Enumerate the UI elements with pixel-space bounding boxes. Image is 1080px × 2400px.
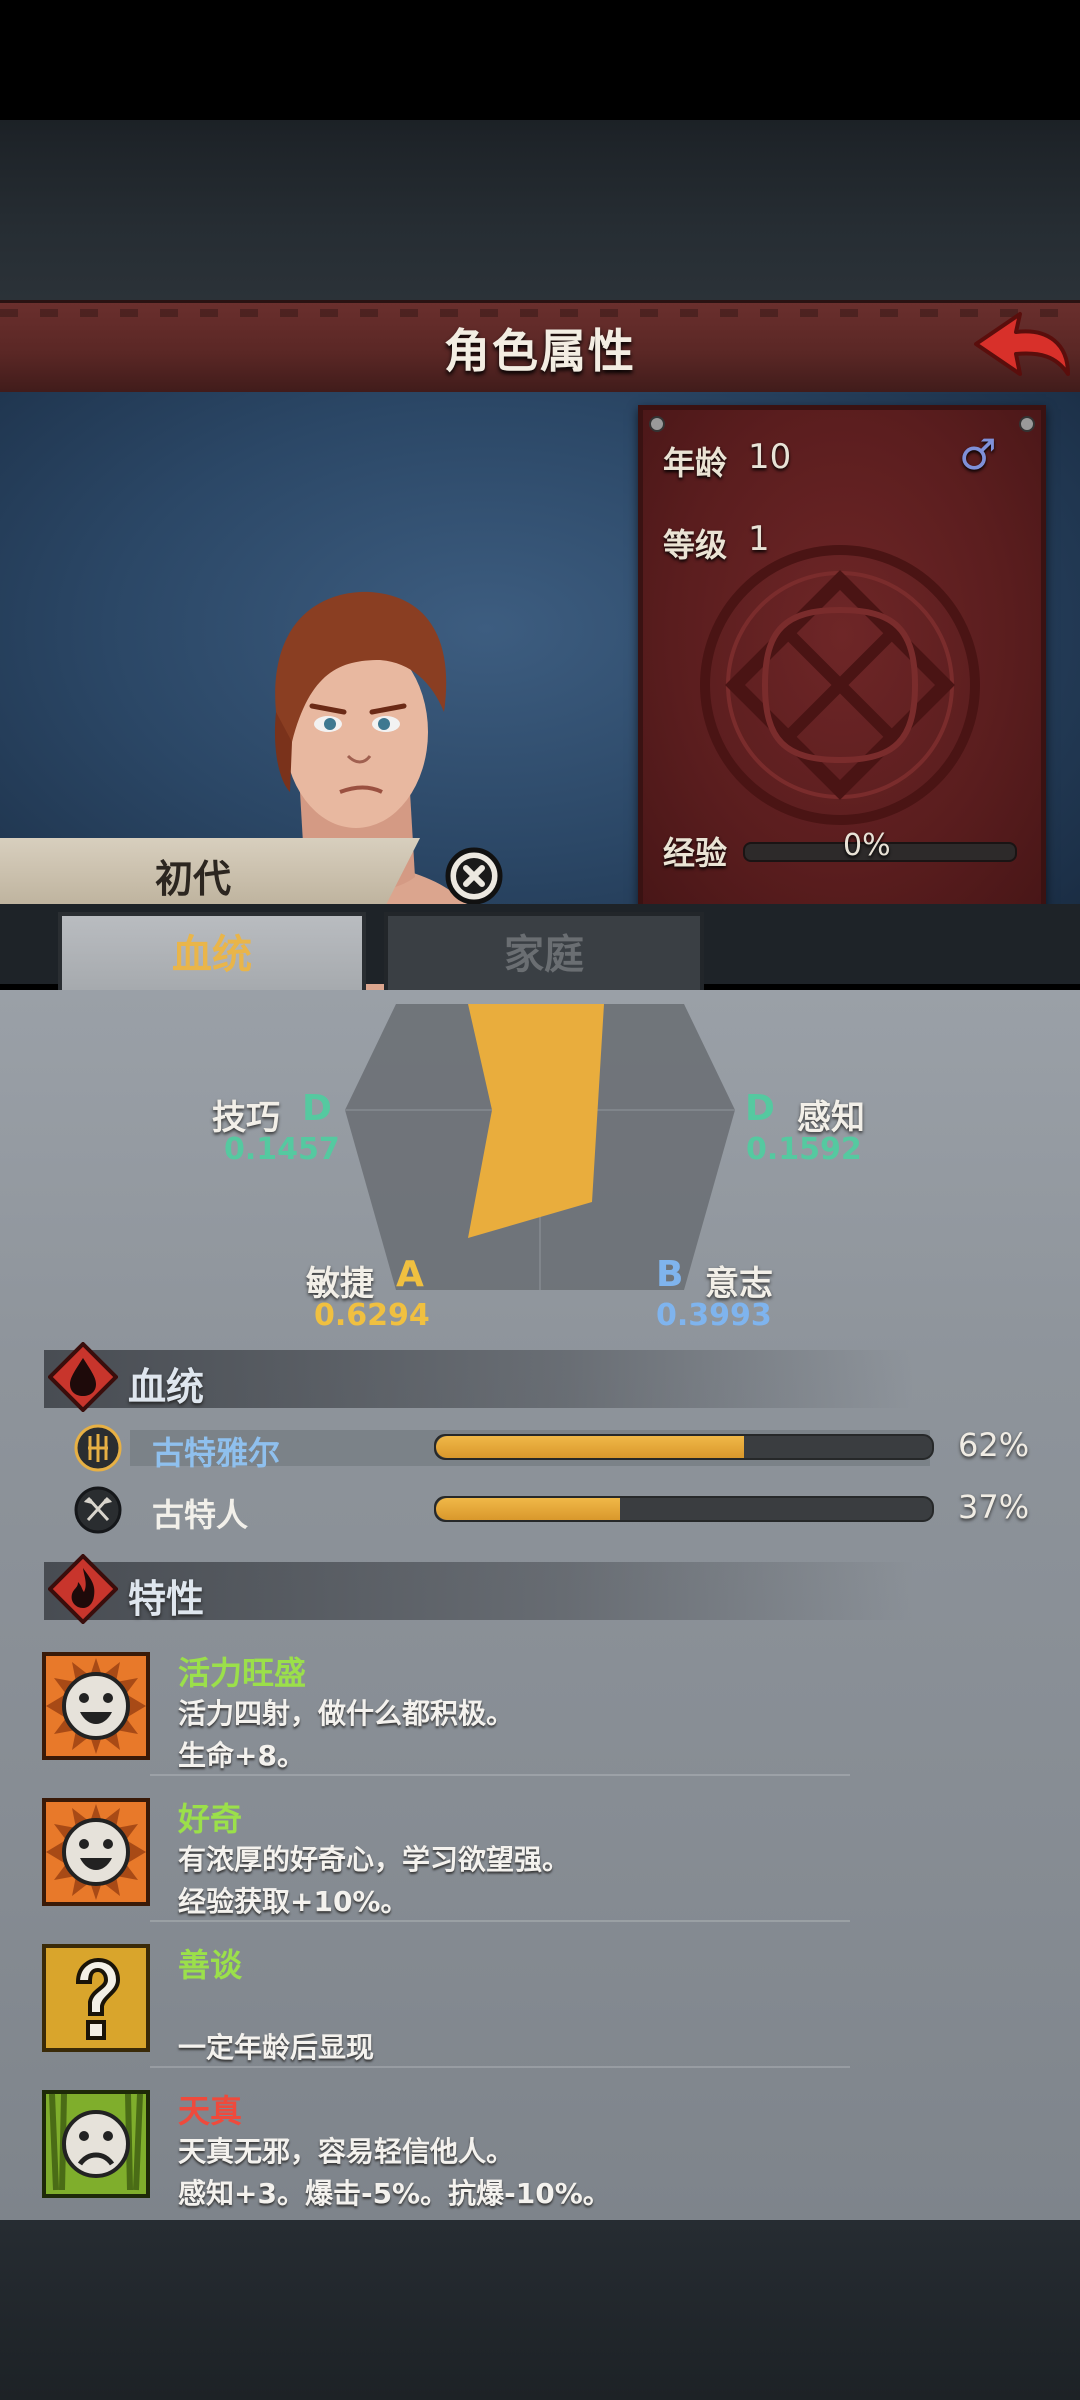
celtic-knot-emblem [700,545,980,825]
close-button[interactable] [444,846,504,906]
bloodline-row: 古特人 37% [0,1484,1080,1540]
attr-grade-skill: D [302,1088,332,1129]
level-value: 1 [748,519,770,559]
tab-bloodline[interactable]: 血统 [58,912,366,994]
stats-panel: 年龄 10 ♂ 等级 1 经验 0% [638,405,1046,915]
question-mark-icon [42,1944,150,2052]
trait-name: 善谈 [178,1946,243,1984]
flame-icon [48,1554,118,1624]
traits-section-title: 特性 [128,1577,205,1621]
attr-value-perception: 0.1592 [746,1132,862,1167]
bloodline-section-title: 血统 [128,1365,205,1409]
blood-drop-icon [48,1342,118,1412]
trait-effect: 感知+3。爆击-5%。抗爆-10%。 [178,2177,611,2210]
main-content: 技巧 D 0.1457 D 感知 0.1592 敏捷 A 0.6294 B 意志… [0,990,1080,2220]
back-arrow-icon [974,312,1070,376]
trait-description: 活力四射，做什么都积极。 [178,1697,515,1730]
attr-value-will: 0.3993 [656,1298,772,1333]
generation-tag: 初代 [0,838,420,904]
trait-item[interactable]: 好奇 有浓厚的好奇心，学习欲望强。 经验获取+10%。 [0,1786,1080,1926]
trait-name: 活力旺盛 [178,1654,307,1692]
trait-description: 有浓厚的好奇心，学习欲望强。 [178,1843,571,1876]
trait-description: 天真无邪，容易轻信他人。 [178,2135,515,2168]
happy-face-icon [42,1652,150,1760]
trait-name: 好奇 [178,1800,243,1838]
trait-item[interactable]: 活力旺盛 活力四射，做什么都积极。 生命+8。 [0,1640,1080,1780]
attr-value-skill: 0.1457 [224,1132,340,1167]
trait-effect: 一定年龄后显现 [178,2031,375,2064]
generation-label: 初代 [155,857,232,901]
bloodline-name: 古特雅尔 [152,1434,281,1472]
male-gender-icon: ♂ [959,430,997,479]
trait-item[interactable]: 善谈 一定年龄后显现 [0,1932,1080,2072]
bloodline-row: 古特雅尔 62% [0,1422,1080,1478]
bloodline-progress-bar [434,1496,934,1522]
title-bar: 角色属性 [0,300,1080,399]
bloodline-name: 古特人 [152,1496,249,1534]
back-button[interactable] [968,308,1074,388]
attr-grade-will: B [656,1254,684,1295]
status-bar [0,0,1080,120]
bloodline-section-header: 血统 [44,1342,914,1412]
page-title: 角色属性 [444,324,636,378]
exp-value: 0% [843,828,891,863]
bloodline-progress-bar [434,1434,934,1460]
attr-value-agility: 0.6294 [314,1298,430,1333]
happy-face-icon [42,1798,150,1906]
age-label: 年龄 [663,444,728,482]
attribute-radar-chart [345,1004,735,1290]
tab-family[interactable]: 家庭 [384,912,704,998]
trait-effect: 生命+8。 [178,1739,305,1772]
traits-section-header: 特性 [44,1554,914,1624]
age-value: 10 [748,437,792,477]
attr-grade-perception: D [745,1088,775,1129]
crossed-axes-icon [74,1486,122,1534]
level-label: 等级 [663,526,728,564]
top-background [0,120,1080,300]
trait-effect: 经验获取+10%。 [178,1885,409,1918]
bloodline-percent: 37% [958,1488,1030,1526]
sad-face-icon [42,2090,150,2198]
exp-label: 经验 [663,834,728,872]
trait-name: 天真 [178,2092,243,2130]
attr-grade-agility: A [396,1254,424,1295]
trait-item[interactable]: 天真 天真无邪，容易轻信他人。 感知+3。爆击-5%。抗爆-10%。 [0,2078,1080,2218]
bottom-background [0,2220,1080,2400]
close-icon [445,847,503,905]
bloodline-percent: 62% [958,1426,1030,1464]
gutgard-emblem-icon [74,1424,122,1472]
